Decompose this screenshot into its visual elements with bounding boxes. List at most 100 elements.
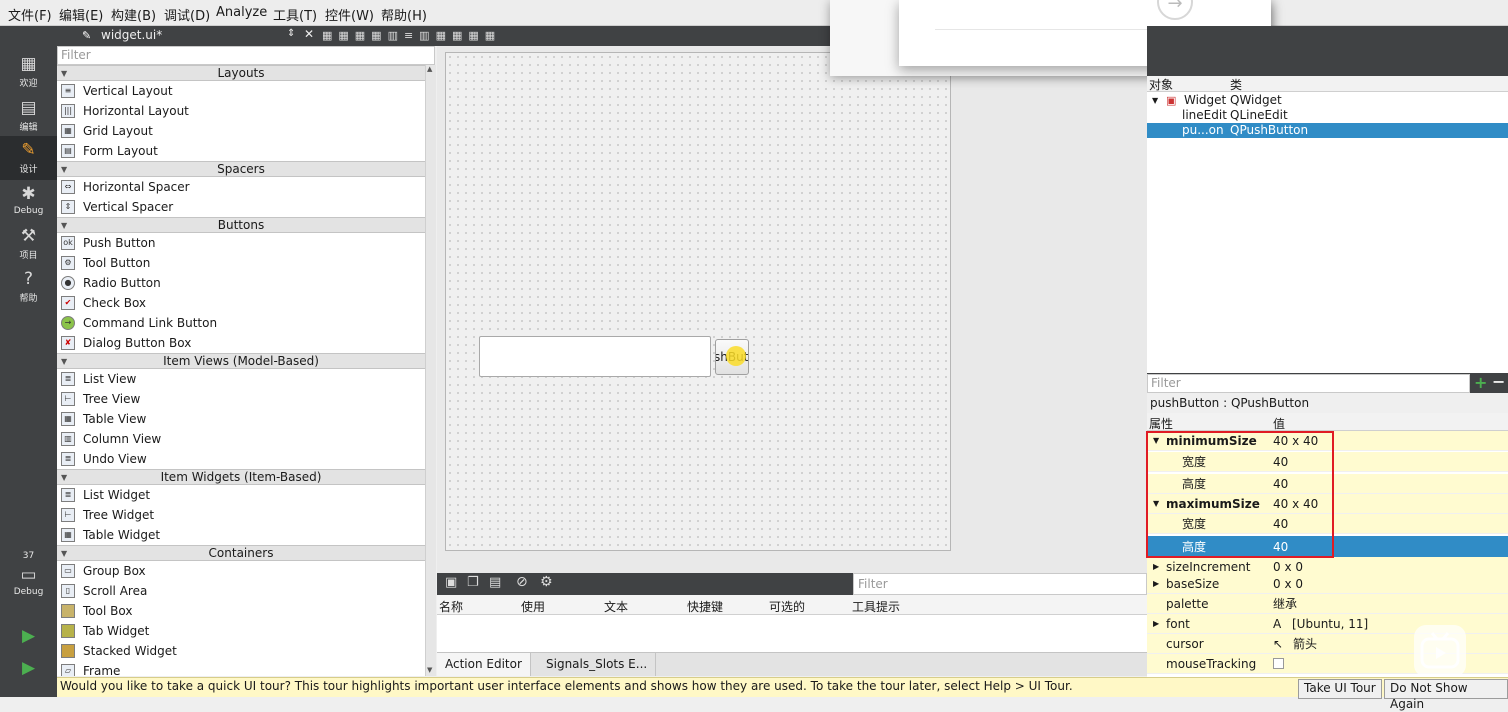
column-object[interactable]: 对象 xyxy=(1149,76,1173,93)
paste-action-icon[interactable]: ▤ xyxy=(489,575,501,590)
category-containers[interactable]: ▼ Containers xyxy=(57,545,425,561)
widget-tool-box[interactable]: Tool Box xyxy=(57,601,425,621)
widget-dialog-button-box[interactable]: ✘ Dialog Button Box xyxy=(57,333,425,353)
widget-filter-input[interactable]: Filter xyxy=(57,46,435,65)
widget-vertical-spacer[interactable]: ⇕ Vertical Spacer xyxy=(57,197,425,217)
layout-tool-icons[interactable]: ▦▦▦▦▥≡▥▦▦▦▦ xyxy=(322,29,501,42)
column-class[interactable]: 类 xyxy=(1230,76,1242,93)
action-filter-input[interactable]: Filter xyxy=(853,573,1147,595)
widget-vertical-layout[interactable]: ≡ Vertical Layout xyxy=(57,81,425,101)
widget-horizontal-spacer[interactable]: ⇔ Horizontal Spacer xyxy=(57,177,425,197)
column-checkable[interactable]: 可选的 xyxy=(769,598,805,615)
widget-list-view[interactable]: ≣ List View xyxy=(57,369,425,389)
settings-gear-icon[interactable]: ⚙ xyxy=(540,574,553,590)
column-tooltip[interactable]: 工具提示 xyxy=(852,598,900,615)
widget-undo-view[interactable]: ≣ Undo View xyxy=(57,449,425,469)
widget-object-icon: ▣ xyxy=(1166,94,1177,107)
expand-arrow-icon[interactable]: ▶ xyxy=(1153,614,1159,634)
widget-frame[interactable]: ▱ Frame xyxy=(57,661,425,676)
property-filter-input[interactable]: Filter xyxy=(1147,374,1470,393)
widget-tree-view[interactable]: ⊢ Tree View xyxy=(57,389,425,409)
mode-design[interactable]: ✎ 设计 xyxy=(0,136,57,180)
scroll-down-icon[interactable]: ▼ xyxy=(427,666,435,676)
widget-tool-button[interactable]: ⚙ Tool Button xyxy=(57,253,425,273)
new-action-icon[interactable]: ▣ xyxy=(445,575,457,590)
widget-stacked-widget[interactable]: Stacked Widget xyxy=(57,641,425,661)
widget-radio-button[interactable]: ● Radio Button xyxy=(57,273,425,293)
category-layouts[interactable]: ▼ Layouts xyxy=(57,65,425,81)
widget-scroll-area[interactable]: ▯ Scroll Area xyxy=(57,581,425,601)
delete-action-icon[interactable]: ⊘ xyxy=(516,574,528,590)
prop-base-size[interactable]: ▶ baseSize 0 x 0 xyxy=(1147,574,1508,594)
annotation-highlight-box xyxy=(1146,431,1334,558)
copy-action-icon[interactable]: ❐ xyxy=(467,575,479,590)
form-line-edit[interactable] xyxy=(479,336,711,377)
widget-label: Group Box xyxy=(83,564,146,578)
widget-list-widget[interactable]: ≣ List Widget xyxy=(57,485,425,505)
mode-projects[interactable]: ⚒ 项目 xyxy=(0,222,57,266)
tab-action-editor[interactable]: Action Editor xyxy=(437,653,531,676)
widget-tab-widget[interactable]: Tab Widget xyxy=(57,621,425,641)
widget-form-layout[interactable]: ▤ Form Layout xyxy=(57,141,425,161)
tab-signals-slots[interactable]: Signals_Slots E... xyxy=(538,653,657,676)
widget-box-scrollbar[interactable]: ▲ ▼ xyxy=(425,65,436,676)
widget-grid-layout[interactable]: ▦ Grid Layout xyxy=(57,121,425,141)
kit-selector[interactable]: 37 ▭ Debug xyxy=(0,550,57,610)
prop-value[interactable]: 0 x 0 xyxy=(1273,574,1303,594)
prop-value[interactable]: [Ubuntu, 11] xyxy=(1292,614,1368,634)
prop-value[interactable]: 继承 xyxy=(1273,594,1297,614)
expand-arrow-icon[interactable]: ▶ xyxy=(1153,574,1159,594)
mode-help[interactable]: ? 帮助 xyxy=(0,265,57,309)
object-row-widget[interactable]: ▼ ▣ Widget QWidget xyxy=(1147,93,1508,108)
menu-build[interactable]: 构建(B) xyxy=(111,5,156,24)
widget-label: Table View xyxy=(83,412,147,426)
prop-value[interactable]: 箭头 xyxy=(1293,634,1317,654)
mouse-tracking-checkbox[interactable] xyxy=(1273,658,1284,669)
menu-edit[interactable]: 编辑(E) xyxy=(59,5,103,24)
menu-analyze[interactable]: Analyze xyxy=(216,5,267,20)
remove-property-icon[interactable]: − xyxy=(1492,374,1506,392)
category-item-widgets[interactable]: ▼ Item Widgets (Item-Based) xyxy=(57,469,425,485)
column-value[interactable]: 值 xyxy=(1273,415,1285,432)
widget-table-widget[interactable]: ▦ Table Widget xyxy=(57,525,425,545)
do-not-show-again-button[interactable]: Do Not Show Again xyxy=(1384,679,1508,711)
column-name[interactable]: 名称 xyxy=(439,598,463,615)
add-property-icon[interactable]: + xyxy=(1474,374,1488,392)
take-ui-tour-button[interactable]: Take UI Tour xyxy=(1298,679,1382,699)
menu-file[interactable]: 文件(F) xyxy=(8,5,52,24)
column-text[interactable]: 文本 xyxy=(604,598,628,615)
menu-widgets[interactable]: 控件(W) xyxy=(325,5,374,24)
category-spacers[interactable]: ▼ Spacers xyxy=(57,161,425,177)
widget-tree-widget[interactable]: ⊢ Tree Widget xyxy=(57,505,425,525)
arrow-right-icon[interactable]: → xyxy=(1157,0,1193,20)
widget-check-box[interactable]: ✔ Check Box xyxy=(57,293,425,313)
menu-debug[interactable]: 调试(D) xyxy=(164,5,210,24)
mode-welcome[interactable]: ▦ 欢迎 xyxy=(0,50,57,94)
debug-run-button[interactable]: ▶ xyxy=(0,654,57,678)
menu-tools[interactable]: 工具(T) xyxy=(273,5,317,24)
column-shortcut[interactable]: 快捷键 xyxy=(687,598,723,615)
widget-command-link-button[interactable]: → Command Link Button xyxy=(57,313,425,333)
widget-horizontal-layout[interactable]: ||| Horizontal Layout xyxy=(57,101,425,121)
run-button[interactable]: ▶ xyxy=(0,622,57,646)
object-row-lineedit[interactable]: lineEdit QLineEdit xyxy=(1147,108,1508,123)
prop-palette[interactable]: palette 继承 xyxy=(1147,594,1508,614)
widget-table-view[interactable]: ▦ Table View xyxy=(57,409,425,429)
object-row-pushbutton[interactable]: pu...on QPushButton xyxy=(1147,123,1508,138)
menu-help[interactable]: 帮助(H) xyxy=(381,5,427,24)
scroll-up-icon[interactable]: ▲ xyxy=(427,65,435,75)
form-widget[interactable] xyxy=(445,52,951,551)
widget-push-button[interactable]: ok Push Button xyxy=(57,233,425,253)
mode-debug[interactable]: ✱ Debug xyxy=(0,180,57,224)
category-item-views[interactable]: ▼ Item Views (Model-Based) xyxy=(57,353,425,369)
column-property[interactable]: 属性 xyxy=(1149,415,1173,432)
category-buttons[interactable]: ▼ Buttons xyxy=(57,217,425,233)
widget-group-box[interactable]: ▭ Group Box xyxy=(57,561,425,581)
column-used[interactable]: 使用 xyxy=(521,598,545,615)
widget-column-view[interactable]: ▥ Column View xyxy=(57,429,425,449)
open-file-name[interactable]: widget.ui* xyxy=(101,28,162,42)
close-file-icon[interactable]: ✕ xyxy=(304,27,314,41)
file-selector-arrows-icon[interactable]: ⇕ xyxy=(287,28,295,39)
mode-edit[interactable]: ▤ 编辑 xyxy=(0,94,57,138)
expand-arrow-icon[interactable]: ▼ xyxy=(1152,93,1158,108)
